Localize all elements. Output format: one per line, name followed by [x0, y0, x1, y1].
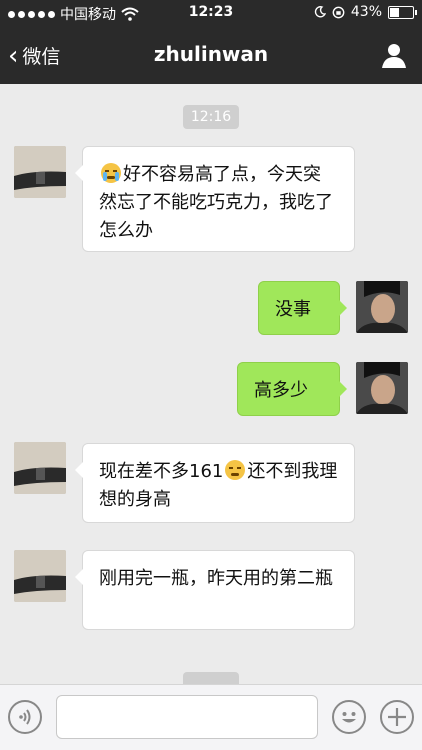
avatar-contact[interactable] — [14, 146, 66, 198]
voice-button[interactable] — [8, 700, 42, 734]
self-avatar-image — [356, 281, 408, 333]
avatar-self[interactable] — [356, 281, 408, 333]
contact-avatar-image — [14, 442, 66, 494]
contact-avatar-image — [14, 550, 66, 602]
message-bubble-outgoing[interactable]: 高多少 — [237, 362, 347, 416]
chat-title: zhulinwan — [153, 42, 269, 66]
plus-icon — [388, 708, 406, 726]
emoji-button[interactable] — [332, 700, 366, 734]
emoji-icon — [342, 712, 356, 723]
moon-icon — [314, 6, 326, 18]
timestamp-partial — [183, 672, 239, 684]
avatar-contact[interactable] — [14, 550, 66, 602]
message-bubble-incoming[interactable]: 好不容易高了点，今天突然忘了不能吃巧克力，我吃了怎么办 — [75, 146, 355, 252]
contact-avatar-image — [14, 146, 66, 198]
crying-face-icon — [101, 163, 121, 183]
message-text: 好不容易高了点，今天突然忘了不能吃巧克力，我吃了怎么办 — [99, 164, 333, 241]
message-text: 高多少 — [254, 380, 308, 401]
message-input[interactable] — [56, 695, 318, 739]
nav-bar: ‹ 微信 zhulinwan — [0, 26, 422, 84]
self-avatar-image — [356, 362, 408, 414]
message-text: 刚用完一瓶，昨天用的第二瓶 — [99, 568, 333, 589]
battery-icon — [388, 5, 417, 19]
message-bubble-outgoing[interactable]: 没事 — [258, 281, 347, 335]
more-button[interactable] — [380, 700, 414, 734]
profile-button[interactable] — [380, 41, 408, 69]
avatar-contact[interactable] — [14, 442, 66, 494]
pensive-face-icon — [225, 460, 246, 480]
input-bar — [0, 684, 422, 750]
voice-icon — [19, 709, 31, 725]
message-text: 没事 — [275, 299, 311, 320]
chat-area[interactable]: 12:16 好不容易高了点，今天突然忘了不能吃巧克力，我吃了怎么办 没事 高多少 — [0, 84, 422, 684]
battery-percent: 43% — [350, 4, 382, 20]
avatar-self[interactable] — [356, 362, 408, 414]
message-text: 现在差不多161 — [99, 461, 224, 482]
person-icon — [382, 44, 406, 68]
status-bar: 中国移动 12:23 43% — [0, 0, 422, 26]
rotation-lock-icon — [332, 6, 345, 18]
timestamp: 12:16 — [183, 105, 239, 129]
message-bubble-incoming[interactable]: 刚用完一瓶，昨天用的第二瓶 — [75, 550, 355, 630]
message-bubble-incoming[interactable]: 现在差不多161 还不到我理想的身高 — [75, 443, 355, 523]
